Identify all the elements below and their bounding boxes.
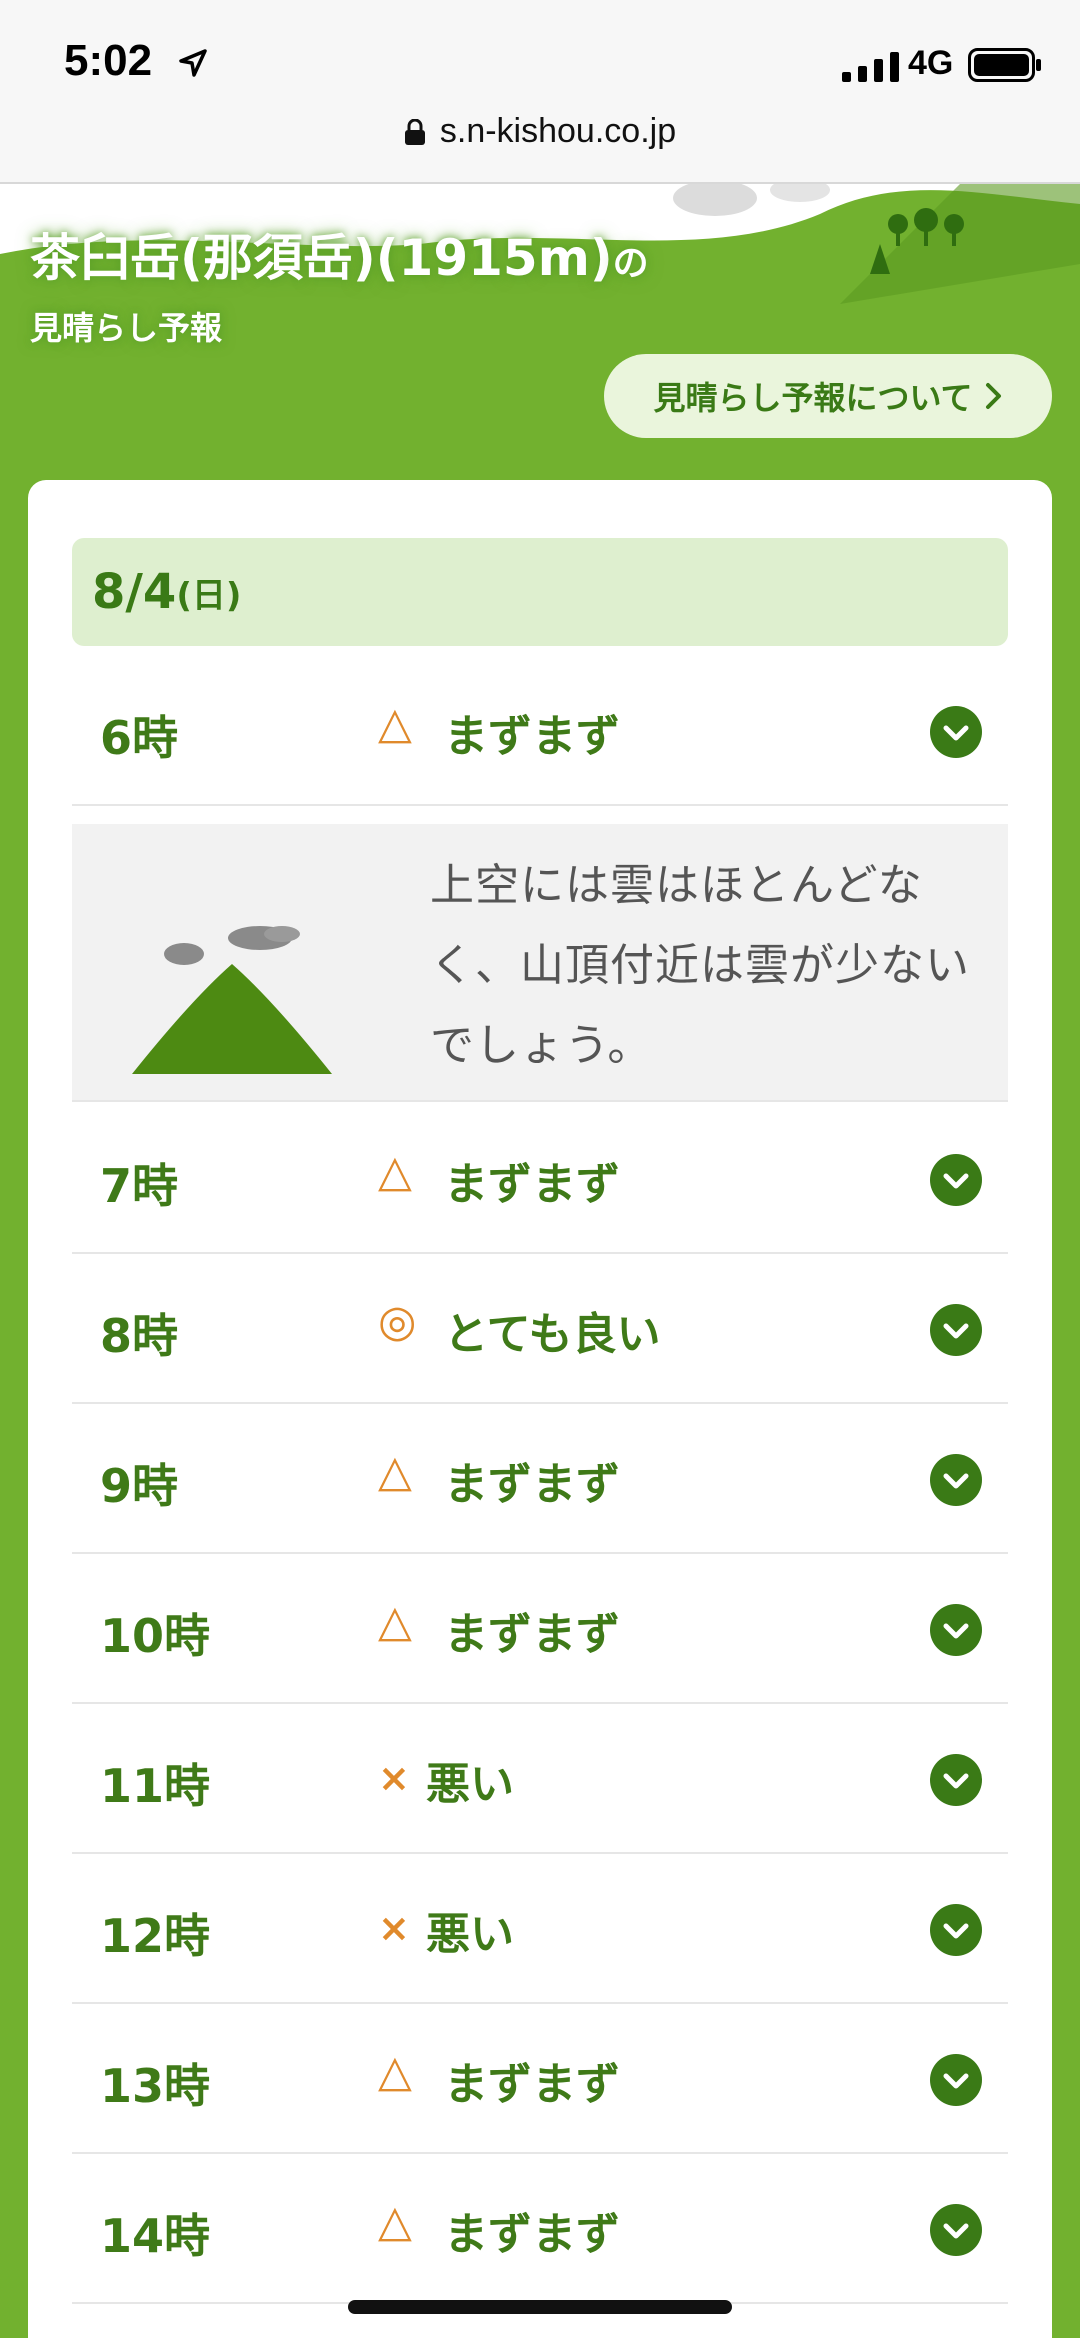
rating-mark: △ bbox=[378, 1446, 412, 1497]
chevron-down-icon[interactable] bbox=[930, 1754, 982, 1806]
forecast-row-11[interactable]: 11時 × 悪い bbox=[72, 1704, 1008, 1854]
chevron-right-icon bbox=[985, 383, 1001, 409]
mountain-cloud-icon bbox=[132, 926, 332, 1074]
location-arrow-icon bbox=[179, 49, 207, 77]
date-header: 8/4 (日) bbox=[72, 538, 1008, 646]
chevron-down-icon[interactable] bbox=[930, 706, 982, 758]
rating-status: まずまず bbox=[444, 1159, 620, 1210]
status-bar: 5:02 4G s.n-kishou.co.jp bbox=[0, 0, 1080, 184]
forecast-row-8[interactable]: 8時 ◎ とても良い bbox=[72, 1254, 1008, 1404]
chevron-down-icon[interactable] bbox=[930, 1454, 982, 1506]
forecast-row-14[interactable]: 14時 △ まずまず bbox=[72, 2154, 1008, 2304]
about-forecast-button[interactable]: 見晴らし予報について bbox=[604, 354, 1052, 438]
chevron-down-icon[interactable] bbox=[930, 1154, 982, 1206]
rating-mark: △ bbox=[378, 1146, 412, 1197]
row-hour: 14時 bbox=[100, 2209, 211, 2263]
home-indicator[interactable] bbox=[348, 2300, 732, 2314]
rating-mark: △ bbox=[378, 2046, 412, 2097]
battery-icon bbox=[968, 48, 1041, 82]
chevron-down-icon[interactable] bbox=[930, 1904, 982, 1956]
url-text: s.n-kishou.co.jp bbox=[439, 112, 677, 150]
rating-status: まずまず bbox=[444, 1609, 620, 1660]
lock-icon bbox=[404, 119, 425, 145]
row-hour: 13時 bbox=[100, 2059, 211, 2113]
network-type: 4G bbox=[908, 44, 954, 82]
rating-status: まずまず bbox=[444, 2059, 620, 2110]
chevron-down-icon[interactable] bbox=[930, 1304, 982, 1356]
rating-mark: × bbox=[378, 1756, 410, 1800]
rating-mark: △ bbox=[378, 2196, 412, 2247]
page-subtitle: 見晴らし予報 bbox=[30, 309, 223, 347]
page-title: 茶臼岳(那須岳)(1915m)の bbox=[30, 229, 649, 287]
row-hour: 11時 bbox=[100, 1759, 211, 1813]
forecast-row-6[interactable]: 6時 △ まずまず bbox=[72, 656, 1008, 806]
rating-status: 悪い bbox=[426, 1759, 514, 1810]
rating-mark: △ bbox=[378, 1596, 412, 1647]
row-hour: 10時 bbox=[100, 1609, 211, 1663]
rating-mark: ◎ bbox=[378, 1296, 417, 1347]
clock: 5:02 bbox=[64, 36, 153, 85]
rating-status: 悪い bbox=[426, 1909, 514, 1960]
forecast-row-12[interactable]: 12時 × 悪い bbox=[72, 1854, 1008, 2004]
chevron-down-icon[interactable] bbox=[930, 2054, 982, 2106]
url-bar[interactable]: s.n-kishou.co.jp bbox=[0, 112, 1080, 151]
rating-status: まずまず bbox=[444, 1459, 620, 1510]
row-hour: 12時 bbox=[100, 1909, 211, 1963]
rating-status: まずまず bbox=[444, 711, 620, 762]
about-forecast-label: 見晴らし予報について bbox=[653, 379, 973, 417]
forecast-card: 8/4 (日) 6時 △ まずまず 上空には雲はほとんどなく、山頂付近は雲が少ない… bbox=[28, 480, 1052, 2338]
row-hour: 9時 bbox=[100, 1459, 179, 1513]
rating-mark: × bbox=[378, 1906, 410, 1950]
rating-status: まずまず bbox=[444, 2209, 620, 2260]
row-hour: 6時 bbox=[100, 711, 179, 765]
rating-status: とても良い bbox=[444, 1309, 661, 1360]
chevron-down-icon[interactable] bbox=[930, 2204, 982, 2256]
forecast-detail-text: 上空には雲はほとんどなく、山頂付近は雲が少ないでしょう。 bbox=[430, 860, 970, 1071]
chevron-down-icon[interactable] bbox=[930, 1604, 982, 1656]
rating-mark: △ bbox=[378, 698, 412, 749]
forecast-row-7[interactable]: 7時 △ まずまず bbox=[72, 1104, 1008, 1254]
row-hour: 8時 bbox=[100, 1309, 179, 1363]
cellular-signal-icon bbox=[842, 52, 899, 82]
forecast-row-9[interactable]: 9時 △ まずまず bbox=[72, 1404, 1008, 1554]
row-hour: 7時 bbox=[100, 1159, 179, 1213]
forecast-detail-panel: 上空には雲はほとんどなく、山頂付近は雲が少ないでしょう。 bbox=[72, 824, 1008, 1102]
forecast-row-13[interactable]: 13時 △ まずまず bbox=[72, 2004, 1008, 2154]
forecast-row-10[interactable]: 10時 △ まずまず bbox=[72, 1554, 1008, 1704]
